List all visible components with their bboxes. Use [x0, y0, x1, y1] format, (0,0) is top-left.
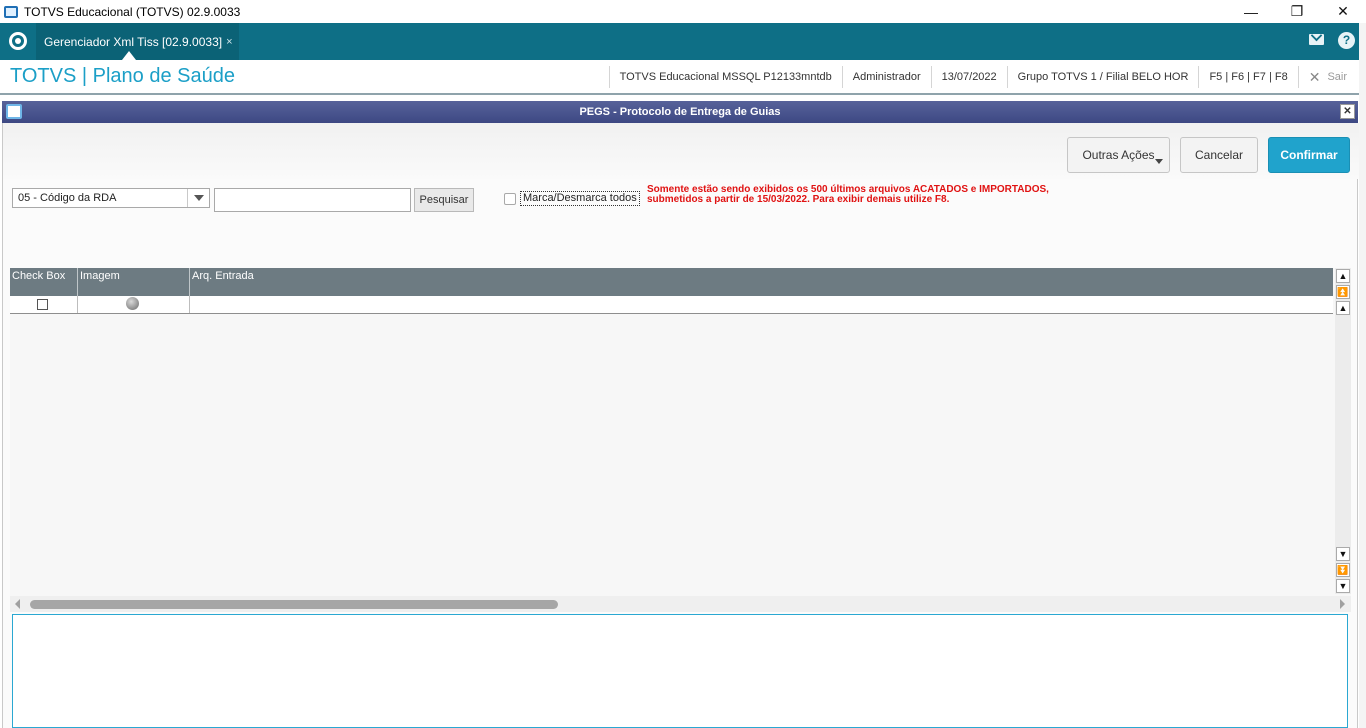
- confirm-button[interactable]: Confirmar: [1268, 137, 1350, 173]
- image-cell: [78, 296, 190, 313]
- dialog-window-icon: [6, 104, 22, 119]
- files-grid: Check Box Imagem Arq. Entrada ▲ ⏫ ▲ ▼ ⏬ …: [10, 268, 1351, 608]
- exit-label: Sair: [1327, 71, 1347, 83]
- details-memo-area[interactable]: [12, 614, 1348, 728]
- grid-header: Check Box Imagem Arq. Entrada: [10, 268, 1333, 296]
- dropdown-arrow-icon[interactable]: [187, 189, 209, 207]
- search-input[interactable]: [214, 188, 411, 212]
- tab-gerenciador-xml-tiss[interactable]: Gerenciador Xml Tiss [02.9.0033] ×: [36, 23, 239, 60]
- other-actions-label: Outras Ações: [1082, 148, 1155, 162]
- dialog-title-bar: PEGS - Protocolo de Entrega de Guias ✕: [2, 101, 1358, 123]
- dialog-close-button[interactable]: ✕: [1340, 104, 1355, 119]
- close-window-button[interactable]: ✕: [1320, 0, 1366, 23]
- scroll-page-down-icon[interactable]: ⏬: [1336, 563, 1350, 577]
- scroll-top-icon[interactable]: ▲: [1336, 269, 1350, 283]
- app-tab-bar: Gerenciador Xml Tiss [02.9.0033] × ?: [0, 23, 1366, 60]
- gray-status-dot-icon: [126, 297, 139, 310]
- search-button[interactable]: Pesquisar: [414, 188, 474, 212]
- module-title: TOTVS | Plano de Saúde: [10, 65, 235, 87]
- right-window-edge: [1359, 23, 1366, 728]
- exit-icon: ✕: [1308, 69, 1321, 85]
- tab-label: Gerenciador Xml Tiss [02.9.0033]: [44, 34, 223, 49]
- app-window-icon: [4, 5, 18, 18]
- scroll-down-icon[interactable]: ▼: [1336, 547, 1350, 561]
- help-icon[interactable]: ?: [1338, 32, 1355, 49]
- window-controls: — ❐ ✕: [1228, 0, 1366, 23]
- module-header: TOTVS | Plano de Saúde TOTVS Educacional…: [0, 60, 1366, 95]
- date-info[interactable]: 13/07/2022: [930, 66, 1007, 88]
- window-title: TOTVS Educacional (TOTVS) 02.9.0033: [24, 4, 241, 19]
- dialog-body: Outras Ações Cancelar Confirmar 05 - Cód…: [2, 123, 1359, 728]
- toggle-all-checkbox[interactable]: [504, 193, 516, 205]
- cancel-button[interactable]: Cancelar: [1180, 137, 1258, 173]
- search-field-select[interactable]: 05 - Código da RDA: [12, 188, 210, 208]
- grid-horizontal-scrollbar[interactable]: [10, 596, 1351, 612]
- column-header-arq-entrada[interactable]: Arq. Entrada: [190, 268, 1333, 296]
- chevron-down-icon: [1155, 159, 1163, 164]
- table-row[interactable]: [10, 296, 1333, 314]
- scroll-page-up-icon[interactable]: ⏫: [1336, 285, 1350, 299]
- column-header-imagem[interactable]: Imagem: [78, 268, 190, 296]
- notice-line-2: submetidos a partir de 15/03/2022. Para …: [647, 194, 950, 205]
- session-info: TOTVS Educacional MSSQL P12133mntdb Admi…: [608, 66, 1366, 88]
- window-title-bar: TOTVS Educacional (TOTVS) 02.9.0033 — ❐ …: [0, 0, 1366, 23]
- row-checkbox[interactable]: [37, 299, 48, 310]
- notice-message: Somente estão sendo exibidos os 500 últi…: [647, 185, 1087, 205]
- exit-button[interactable]: ✕ Sair: [1297, 66, 1366, 88]
- check-box-cell[interactable]: [10, 296, 78, 313]
- user-info[interactable]: Administrador: [841, 66, 931, 88]
- arq-entrada-cell[interactable]: [190, 296, 1333, 313]
- dialog-title: PEGS - Protocolo de Entrega de Guias: [579, 106, 781, 118]
- shortcut-keys[interactable]: F5 | F6 | F7 | F8: [1198, 66, 1297, 88]
- search-field-selected: 05 - Código da RDA: [18, 192, 117, 204]
- branch-info[interactable]: Grupo TOTVS 1 / Filial BELO HOR: [1006, 66, 1199, 88]
- dialog-toolbar: Outras Ações Cancelar Confirmar: [3, 123, 1359, 179]
- grid-vertical-scrollbar[interactable]: ▲ ⏫ ▲ ▼ ⏬ ▼: [1335, 268, 1351, 594]
- environment-info[interactable]: TOTVS Educacional MSSQL P12133mntdb: [608, 66, 842, 88]
- active-tab-indicator: [122, 51, 136, 60]
- mail-icon[interactable]: [1309, 34, 1324, 45]
- other-actions-button[interactable]: Outras Ações: [1067, 137, 1170, 173]
- scroll-bottom-icon[interactable]: ▼: [1336, 579, 1350, 593]
- restore-button[interactable]: ❐: [1274, 0, 1320, 23]
- horizontal-scroll-thumb[interactable]: [30, 600, 558, 609]
- scroll-right-icon[interactable]: [1340, 599, 1345, 609]
- scroll-left-icon[interactable]: [15, 599, 20, 609]
- toggle-all-label[interactable]: Marca/Desmarca todos: [520, 191, 640, 206]
- tab-close-icon[interactable]: ×: [226, 36, 232, 48]
- column-header-check-box[interactable]: Check Box: [10, 268, 78, 296]
- totvs-logo-icon[interactable]: [9, 32, 27, 50]
- scroll-up-icon[interactable]: ▲: [1336, 301, 1350, 315]
- minimize-button[interactable]: —: [1228, 0, 1274, 23]
